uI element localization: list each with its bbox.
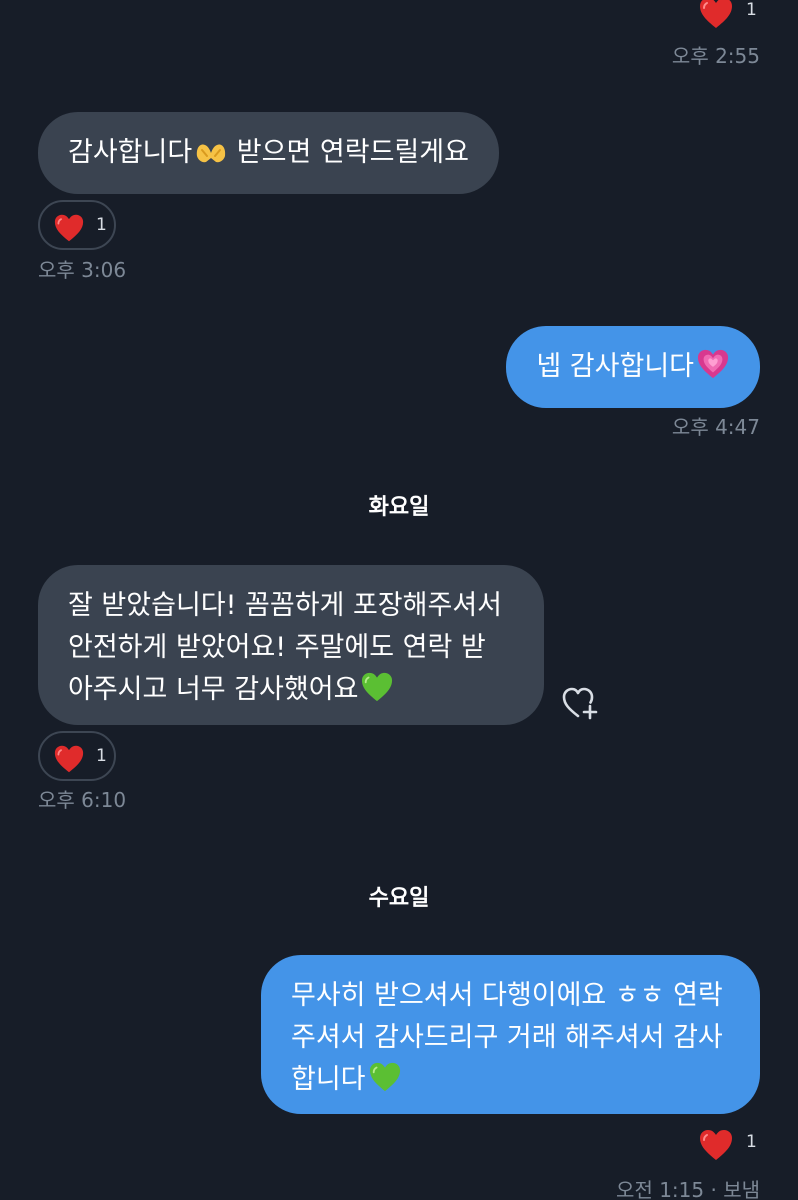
- message-bubble-incoming[interactable]: 잘 받았습니다! 꼼꼼하게 포장해주셔서안전하게 받았어요! 주말에도 연락 받…: [38, 565, 544, 725]
- reaction-red-heart[interactable]: 1: [38, 200, 116, 250]
- red-heart-icon: [700, 0, 732, 28]
- message-line: 무사히 받으셔서 다행이에요 ㅎㅎ 연락: [291, 980, 723, 1011]
- message-timestamp: 오후 2:55: [671, 44, 760, 68]
- reaction-count: 1: [746, 1132, 757, 1152]
- message-line: 안전하게 받았어요! 주말에도 연락 받: [68, 632, 486, 663]
- message-timestamp-sent: 오전 1:15 · 보냄: [616, 1178, 760, 1200]
- message-bubble-outgoing[interactable]: 무사히 받으셔서 다행이에요 ㅎㅎ 연락주셔서 감사드리구 거래 해주셔서 감사…: [261, 955, 760, 1114]
- message-timestamp: 오후 3:06: [38, 258, 127, 282]
- red-heart-icon: [54, 745, 84, 773]
- message-text: 넵 감사합니다: [536, 351, 694, 382]
- message-text-continued: 받으면 연락드릴게요: [228, 137, 469, 168]
- message-line: 합니다: [291, 1064, 366, 1095]
- reaction-red-heart[interactable]: 1: [38, 731, 116, 781]
- message-text: 감사합니다: [68, 137, 193, 168]
- message-line: 주셔서 감사드리구 거래 해주셔서 감사: [291, 1022, 723, 1053]
- message-timestamp: 오후 4:47: [671, 415, 760, 439]
- green-heart-emoji-icon: [362, 672, 393, 702]
- heart-plus-icon[interactable]: [560, 684, 602, 722]
- heart-hands-emoji-icon: [197, 144, 226, 163]
- red-heart-icon: [700, 1130, 732, 1160]
- message-bubble-incoming[interactable]: 감사합니다 받으면 연락드릴게요: [38, 112, 499, 194]
- reaction-red-heart[interactable]: 1: [698, 0, 768, 32]
- dm-conversation: 1 오후 2:55 감사합니다 받으면 연락드릴게요 1 오후 3:06 넵 감…: [0, 0, 798, 1200]
- reaction-count: 1: [96, 215, 107, 235]
- reaction-red-heart[interactable]: 1: [698, 1128, 768, 1164]
- message-line: 아주시고 너무 감사했어요: [68, 674, 359, 705]
- growing-heart-emoji-icon: [697, 349, 729, 379]
- reaction-count: 1: [746, 0, 757, 20]
- message-timestamp: 오후 6:10: [38, 788, 127, 812]
- day-divider: 수요일: [368, 886, 430, 911]
- message-line: 잘 받았습니다! 꼼꼼하게 포장해주셔서: [68, 590, 503, 621]
- day-divider: 화요일: [368, 495, 430, 520]
- reaction-count: 1: [96, 746, 107, 766]
- red-heart-icon: [54, 214, 84, 242]
- message-bubble-outgoing[interactable]: 넵 감사합니다: [506, 326, 760, 408]
- green-heart-emoji-icon: [369, 1062, 400, 1092]
